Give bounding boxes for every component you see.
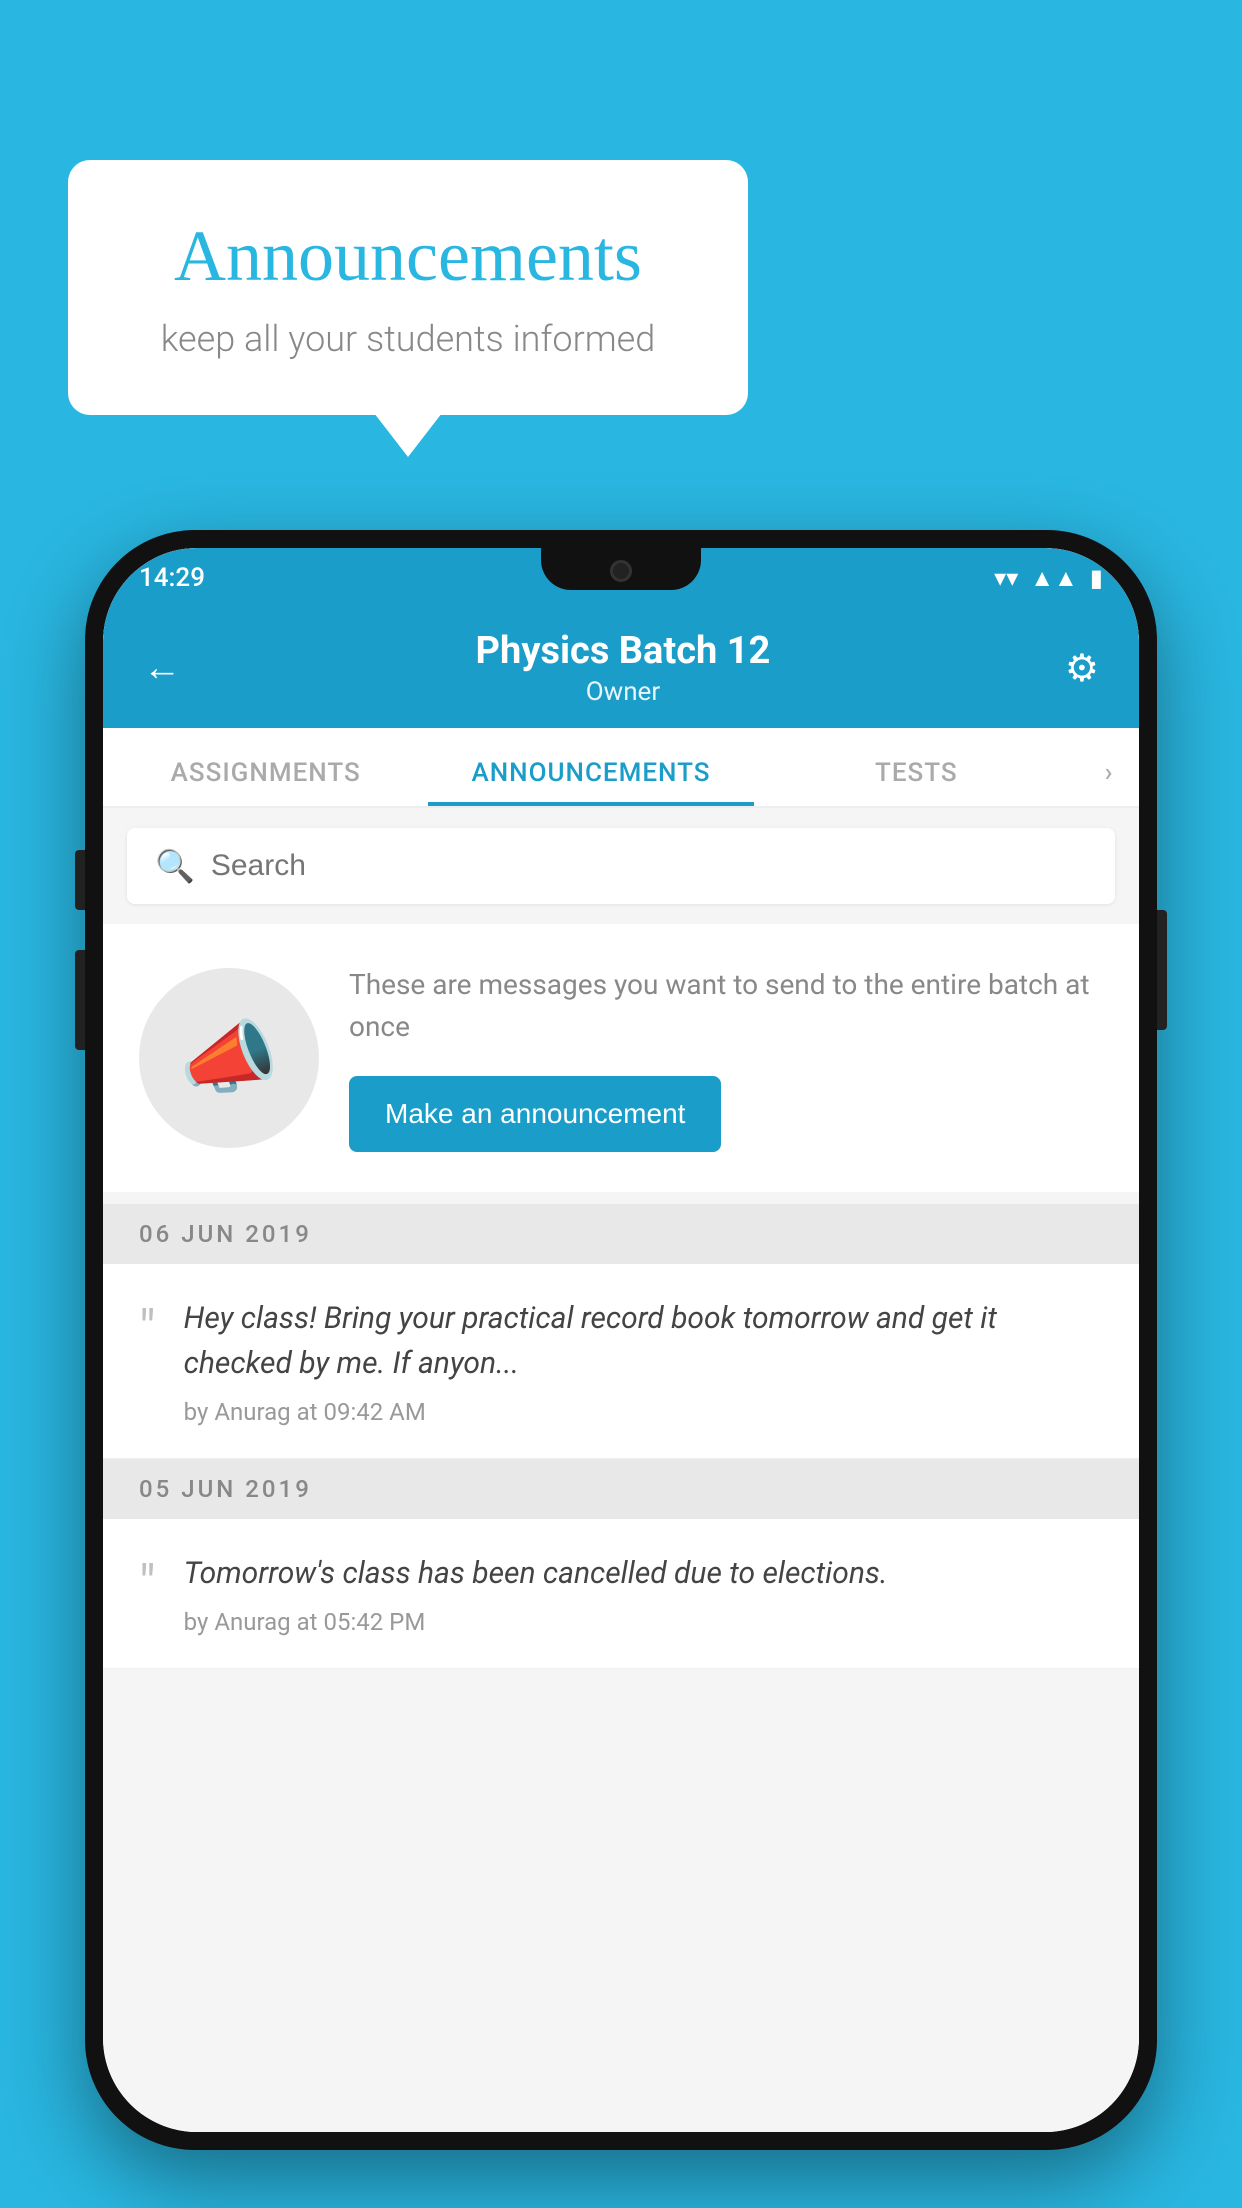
phone-container: 14:29 ▾▾ ▲▲ ▮ ← Physics Batch 12 Owner ⚙ (85, 530, 1157, 2150)
promo-icon-circle: 📣 (139, 968, 319, 1148)
speech-bubble-container: Announcements keep all your students inf… (68, 160, 748, 415)
phone-inner: 14:29 ▾▾ ▲▲ ▮ ← Physics Batch 12 Owner ⚙ (103, 548, 1139, 2132)
phone-screen: 14:29 ▾▾ ▲▲ ▮ ← Physics Batch 12 Owner ⚙ (103, 548, 1139, 2132)
status-time: 14:29 (139, 563, 205, 593)
header-subtitle: Owner (476, 677, 771, 707)
content-area: 🔍 📣 These are messages you want to send … (103, 808, 1139, 2132)
wifi-icon: ▾▾ (994, 564, 1018, 592)
announcement-message-1: Hey class! Bring your practical record b… (184, 1296, 1103, 1386)
search-input[interactable] (211, 849, 1087, 883)
promo-card: 📣 These are messages you want to send to… (103, 924, 1139, 1192)
announcement-item-2[interactable]: " Tomorrow's class has been cancelled du… (103, 1519, 1139, 1669)
tab-tests[interactable]: TESTS (754, 758, 1079, 806)
announcement-message-2: Tomorrow's class has been cancelled due … (184, 1551, 1103, 1596)
phone-volume-button-1 (75, 850, 85, 910)
quote-icon-2: " (139, 1559, 156, 1611)
date-separator-1: 06 JUN 2019 (103, 1204, 1139, 1264)
date-separator-2: 05 JUN 2019 (103, 1459, 1139, 1519)
speech-bubble-title: Announcements (128, 215, 688, 298)
speech-bubble-subtitle: keep all your students informed (128, 318, 688, 360)
header-title: Physics Batch 12 (476, 629, 771, 673)
announcement-text-2: Tomorrow's class has been cancelled due … (184, 1551, 1103, 1636)
promo-description: These are messages you want to send to t… (349, 964, 1103, 1048)
tab-announcements[interactable]: ANNOUNCEMENTS (428, 758, 753, 806)
phone-power-button (1157, 910, 1167, 1030)
header-center: Physics Batch 12 Owner (476, 629, 771, 707)
app-header: ← Physics Batch 12 Owner ⚙ (103, 608, 1139, 728)
gear-icon[interactable]: ⚙ (1065, 646, 1099, 691)
back-button[interactable]: ← (143, 646, 181, 690)
signal-icon: ▲▲ (1030, 564, 1078, 593)
phone-camera (610, 560, 632, 582)
phone-outer: 14:29 ▾▾ ▲▲ ▮ ← Physics Batch 12 Owner ⚙ (85, 530, 1157, 2150)
phone-notch (541, 548, 701, 590)
quote-icon-1: " (139, 1304, 156, 1356)
announcement-item-1[interactable]: " Hey class! Bring your practical record… (103, 1264, 1139, 1459)
battery-icon: ▮ (1090, 564, 1103, 592)
promo-text-area: These are messages you want to send to t… (349, 964, 1103, 1152)
announcement-meta-2: by Anurag at 05:42 PM (184, 1608, 1103, 1636)
phone-volume-button-2 (75, 950, 85, 1050)
status-icons: ▾▾ ▲▲ ▮ (994, 564, 1103, 593)
search-bar[interactable]: 🔍 (127, 828, 1115, 904)
tabs-container: ASSIGNMENTS ANNOUNCEMENTS TESTS › (103, 728, 1139, 808)
search-icon: 🔍 (155, 847, 195, 885)
speech-bubble: Announcements keep all your students inf… (68, 160, 748, 415)
tab-assignments[interactable]: ASSIGNMENTS (103, 758, 428, 806)
announcement-text-1: Hey class! Bring your practical record b… (184, 1296, 1103, 1426)
tab-more[interactable]: › (1079, 758, 1139, 806)
make-announcement-button[interactable]: Make an announcement (349, 1076, 721, 1152)
announcement-meta-1: by Anurag at 09:42 AM (184, 1398, 1103, 1426)
megaphone-icon: 📣 (179, 1011, 279, 1105)
